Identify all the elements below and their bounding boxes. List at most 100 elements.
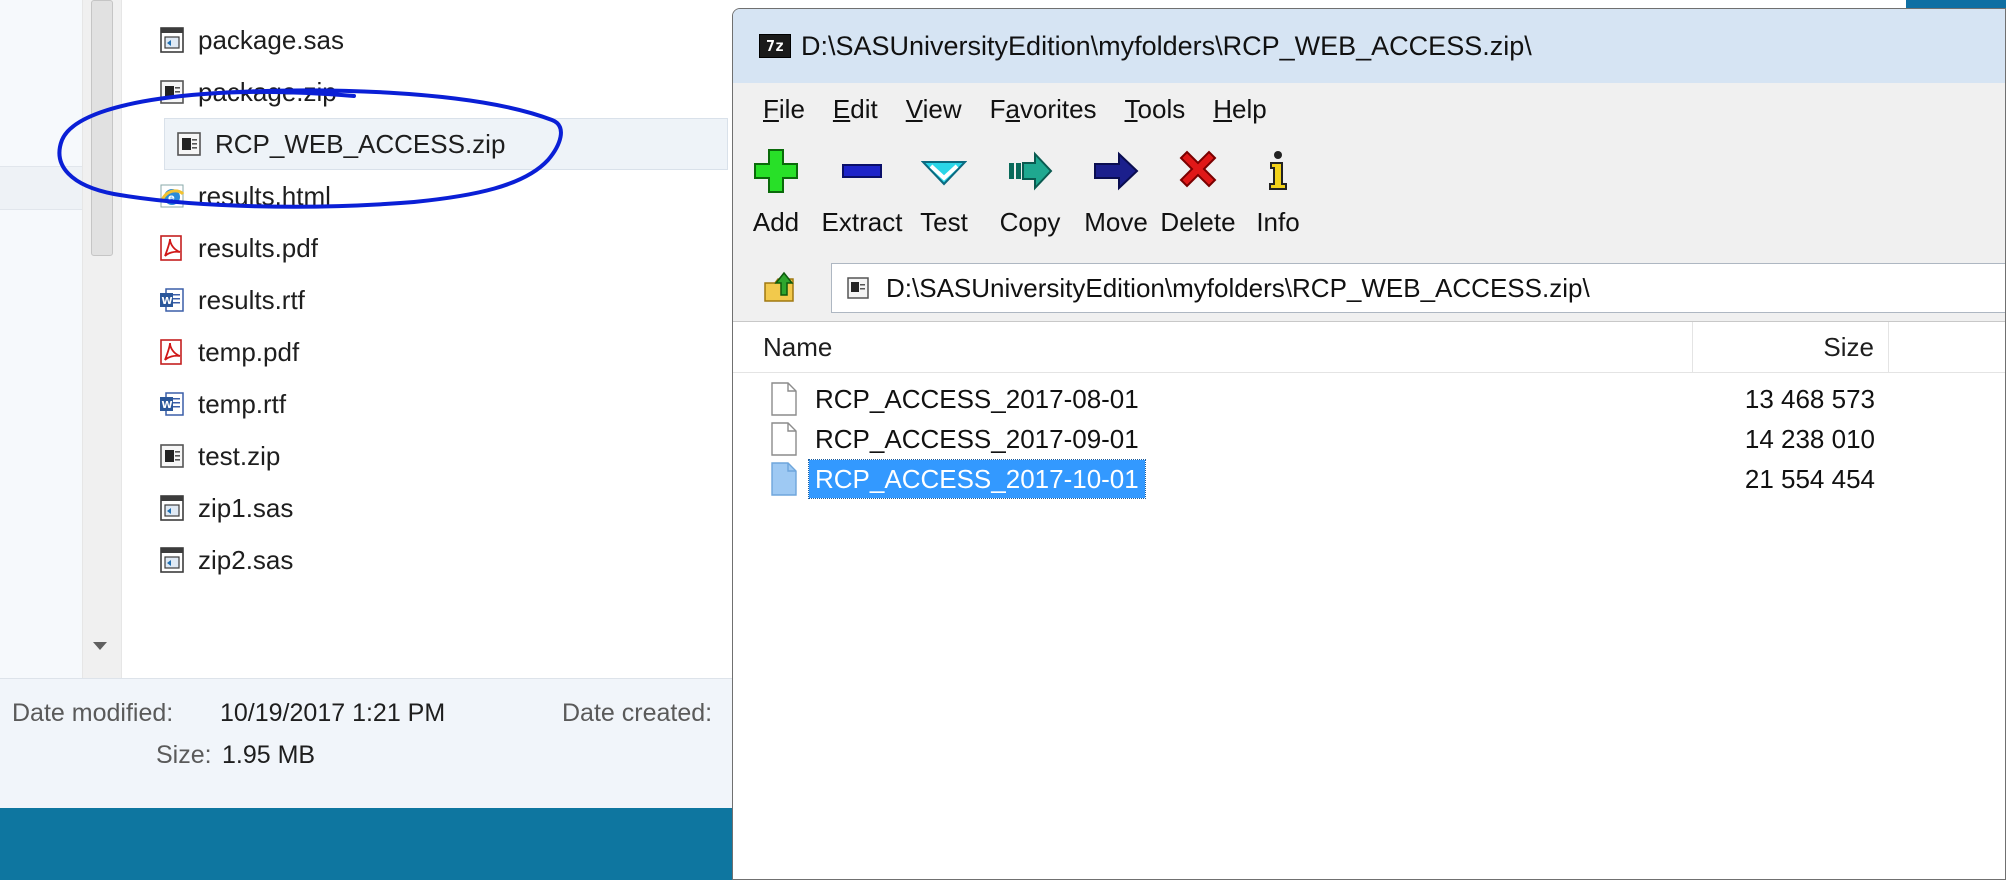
scroll-down-arrow-icon[interactable] [93,642,107,650]
path-input[interactable]: D:\SASUniversityEdition\myfolders\RCP_WE… [831,263,2005,313]
file-name: package.zip [198,76,337,107]
toolbar: Add Extract Test Copy Move Delete Info [733,135,2005,255]
menu-favorites[interactable]: Favorites [990,94,1097,125]
file-list-item[interactable]: zip1.sas [158,482,728,534]
archive-file-size: 14 238 010 [1744,424,1875,454]
file-explorer-window: package.sas package.zip RCP_WEB_ACCESS.zip… [0,0,740,880]
file-list-item[interactable]: package.zip [158,66,728,118]
7zip-file-manager-window: 7z D:\SASUniversityEdition\myfolders\RCP… [732,8,2006,880]
up-folder-button[interactable] [763,269,799,305]
window-title: D:\SASUniversityEdition\myfolders\RCP_WE… [801,30,1532,61]
menu-bar: File Edit View Favorites Tools Help [733,83,2005,135]
extract-label: Extract [821,207,903,237]
info-button[interactable]: Info [1233,143,1323,238]
test-label: Test [920,207,968,237]
scrollbar-thumb[interactable] [91,0,113,256]
file-list-item[interactable]: RCP_WEB_ACCESS.zip [164,118,728,170]
sas-file-icon [158,546,186,574]
file-name: zip2.sas [198,544,294,575]
document-file-icon [771,462,797,496]
file-list-scrollbar[interactable] [82,0,122,678]
size-value: 1.95 MB [222,741,316,769]
file-name: RCP_WEB_ACCESS.zip [215,128,506,159]
add-label: Add [752,207,800,237]
delete-button[interactable]: Delete [1153,143,1243,238]
document-file-icon [771,382,797,416]
extract-button[interactable]: Extract [817,143,907,238]
sas-file-icon [158,26,186,54]
file-name: temp.rtf [198,388,287,419]
file-list-item[interactable]: Wtemp.rtf [158,378,728,430]
up-folder-icon [764,271,794,302]
menu-help[interactable]: Help [1213,94,1266,125]
size-label: Size: [156,741,212,769]
sas-file-icon [158,494,186,522]
word-file-icon: W [158,390,186,418]
archive-file-row[interactable]: RCP_ACCESS_2017-10-01 21 554 454 [733,456,2005,502]
zip-file-icon [847,277,869,299]
add-button[interactable]: Add [733,143,821,238]
taskbar [0,808,740,880]
file-list-item[interactable]: results.pdf [158,222,728,274]
address-bar: D:\SASUniversityEdition\myfolders\RCP_WE… [733,255,2005,321]
archive-file-name: RCP_ACCESS_2017-08-01 [815,384,1139,414]
zip-file-icon [175,130,203,158]
date-modified-value: 10/19/2017 1:21 PM [220,699,446,727]
navigation-pane[interactable] [0,0,83,678]
archive-file-list: Name Size RCP_ACCESS_2017-08-01 13 468 57… [733,321,2005,879]
delete-label: Delete [1160,207,1236,237]
file-list-item[interactable]: Wresults.rtf [158,274,728,326]
copy-arrow-icon [1007,143,1053,199]
extract-minus-icon [839,143,885,199]
7zip-app-icon: 7z [759,34,791,58]
details-pane: Date modified: 10/19/2017 1:21 PM Date c… [0,678,740,809]
svg-text:e: e [168,193,175,204]
date-created-label: Date created: [562,699,713,727]
file-list-item[interactable]: temp.pdf [158,326,728,378]
info-label: Info [1256,207,1300,237]
move-arrow-icon [1093,143,1139,199]
file-name: zip1.sas [198,492,294,523]
file-list: package.sas package.zip RCP_WEB_ACCESS.zip… [158,14,728,586]
menu-file[interactable]: File [763,94,805,125]
copy-label: Copy [999,207,1061,237]
zip-file-icon [158,442,186,470]
pdf-file-icon [158,338,186,366]
document-file-icon [771,422,797,456]
menu-edit[interactable]: Edit [833,94,878,125]
file-list-item[interactable]: e results.html [158,170,728,222]
svg-text:W: W [162,400,173,411]
file-list-item[interactable]: zip2.sas [158,534,728,586]
date-modified-label: Date modified: [12,699,174,727]
file-name: package.sas [198,24,344,55]
zip-file-icon [158,78,186,106]
test-button[interactable]: Test [899,143,989,238]
list-header: Name Size [733,322,2005,373]
column-header-size[interactable]: Size [1693,322,1889,372]
menu-tools[interactable]: Tools [1125,94,1186,125]
copy-button[interactable]: Copy [985,143,1075,238]
add-plus-icon [753,143,799,199]
file-name: results.pdf [198,232,318,263]
file-list-item[interactable]: package.sas [158,14,728,66]
title-bar[interactable]: 7z D:\SASUniversityEdition\myfolders\RCP… [733,9,2005,83]
word-file-icon: W [158,286,186,314]
menu-view[interactable]: View [906,94,962,125]
file-name: results.rtf [198,284,305,315]
archive-file-name: RCP_ACCESS_2017-10-01 [808,459,1146,499]
column-header-name[interactable]: Name [733,322,1693,372]
file-list-item[interactable]: test.zip [158,430,728,482]
archive-file-size: 13 468 573 [1744,384,1875,414]
delete-x-icon [1175,143,1221,199]
navigation-pane-selected-item[interactable] [0,166,82,210]
pdf-file-icon [158,234,186,262]
info-i-icon [1255,143,1301,199]
file-name: results.html [198,180,331,211]
path-text: D:\SASUniversityEdition\myfolders\RCP_WE… [886,272,1590,303]
move-button[interactable]: Move [1071,143,1161,238]
file-name: temp.pdf [198,336,300,367]
html-file-icon: e [158,182,186,210]
archive-file-size: 21 554 454 [1744,464,1875,494]
file-name: test.zip [198,440,281,471]
move-label: Move [1084,207,1148,237]
